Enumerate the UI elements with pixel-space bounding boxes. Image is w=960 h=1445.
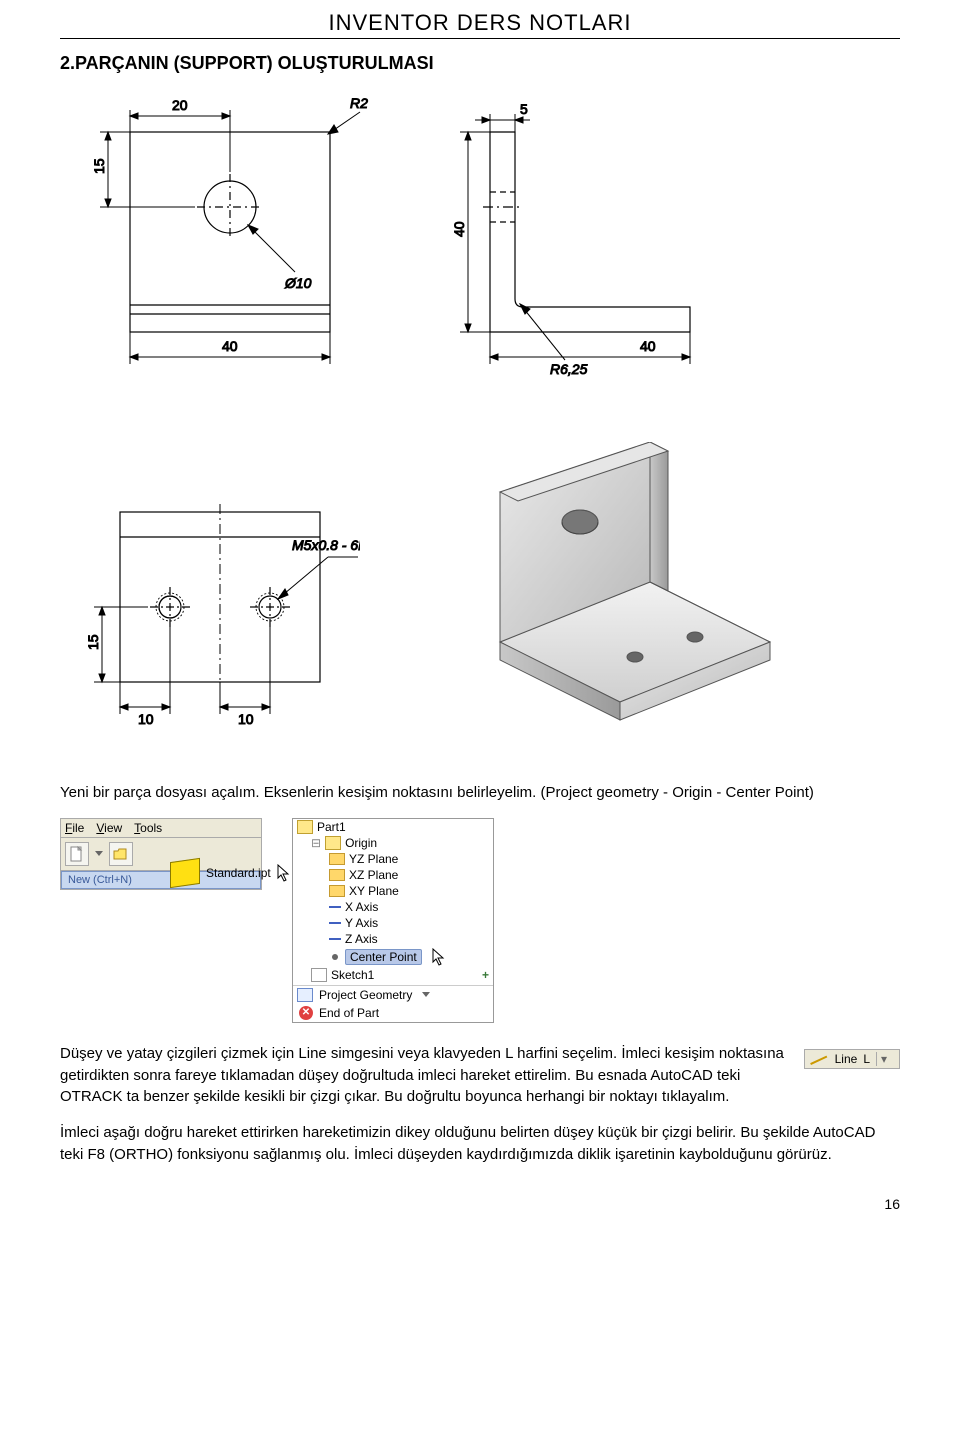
open-file-icon[interactable] (109, 842, 133, 866)
drawings-row-bottom: 15 10 (60, 442, 900, 742)
dropdown-icon (422, 992, 430, 997)
inventor-file-menu-screenshot: File View Tools New (Ctrl+N) Stan (60, 818, 262, 916)
drawing-side-view: 5 40 R6,25 (420, 92, 740, 412)
dim-thread: M5x0.8 - 6H (292, 537, 360, 553)
tree-end[interactable]: End of Part (319, 1006, 379, 1020)
line-label: Line (835, 1052, 858, 1066)
page-header-title: INVENTOR DERS NOTLARI (60, 10, 900, 39)
tree-center-point[interactable]: Center Point (345, 949, 422, 965)
axis-icon (329, 922, 341, 924)
paragraph-1: Yeni bir parça dosyası açalım. Eksenleri… (60, 782, 900, 804)
tree-part[interactable]: Part1 (317, 820, 346, 834)
new-file-icon[interactable] (65, 842, 89, 866)
plane-icon (329, 885, 345, 897)
paragraph-3: İmleci aşağı doğru hareket ettirirken ha… (60, 1122, 900, 1166)
project-geometry-label: Project Geometry (319, 988, 412, 1002)
project-geometry-icon (297, 988, 313, 1002)
drawing-isometric (440, 442, 800, 742)
sketch-icon (311, 968, 327, 982)
dim-phi10: Ø10 (284, 275, 312, 291)
part-cube-icon (170, 858, 200, 888)
dim-15-bottom: 15 (85, 634, 101, 650)
tree-ya[interactable]: Y Axis (345, 916, 378, 930)
menu-tools[interactable]: Tools (134, 821, 162, 835)
dim-20: 20 (172, 97, 188, 113)
drawing-bottom-view: 15 10 (60, 492, 360, 742)
drawings-row-top: 20 15 Ø10 (60, 92, 900, 412)
chevron-down-icon: ▾ (876, 1052, 893, 1066)
dim-15: 15 (91, 158, 107, 174)
model-browser-tree: Part1 ⊟Origin YZ Plane XZ Plane XY Plane… (292, 818, 494, 1023)
dim-r625: R6,25 (550, 361, 588, 377)
standard-ipt-label: Standard.ipt (206, 866, 271, 880)
tree-xy[interactable]: XY Plane (349, 884, 399, 898)
line-tool-button[interactable]: Line L ▾ (804, 1049, 900, 1069)
point-icon (332, 954, 338, 960)
menu-view[interactable]: View (96, 821, 122, 835)
section-title: 2.PARÇANIN (SUPPORT) OLUŞTURULMASI (60, 53, 900, 74)
drawing-front-view: 20 15 Ø10 (60, 92, 380, 412)
line-shortcut: L (863, 1052, 870, 1066)
dim-40-front: 40 (222, 338, 238, 354)
tree-origin[interactable]: Origin (345, 836, 377, 850)
standard-ipt-template[interactable]: Standard.ipt (170, 860, 372, 886)
tree-xa[interactable]: X Axis (345, 900, 378, 914)
cursor-icon (277, 864, 291, 882)
tree-sketch[interactable]: Sketch1 (331, 968, 374, 982)
dim-5: 5 (520, 101, 528, 117)
menu-file[interactable]: File (65, 821, 84, 835)
axis-icon (329, 938, 341, 940)
dim-10a: 10 (138, 711, 154, 727)
project-geometry-button[interactable]: Project Geometry (293, 985, 493, 1004)
screenshots-row: File View Tools New (Ctrl+N) Stan (60, 818, 900, 1023)
line-icon (811, 1053, 829, 1065)
dim-10b: 10 (238, 711, 254, 727)
dim-40h: 40 (640, 338, 656, 354)
origin-folder-icon (325, 836, 341, 850)
tree-za[interactable]: Z Axis (345, 932, 378, 946)
dim-40v: 40 (451, 221, 467, 237)
paragraph-2: Düşey ve yatay çizgileri çizmek için Lin… (60, 1043, 900, 1108)
cursor-icon (432, 948, 446, 966)
part-icon (297, 820, 313, 834)
axis-icon (329, 906, 341, 908)
page-number: 16 (60, 1196, 900, 1212)
dim-r2: R2 (350, 95, 368, 111)
end-of-part-icon: ✕ (299, 1006, 313, 1020)
